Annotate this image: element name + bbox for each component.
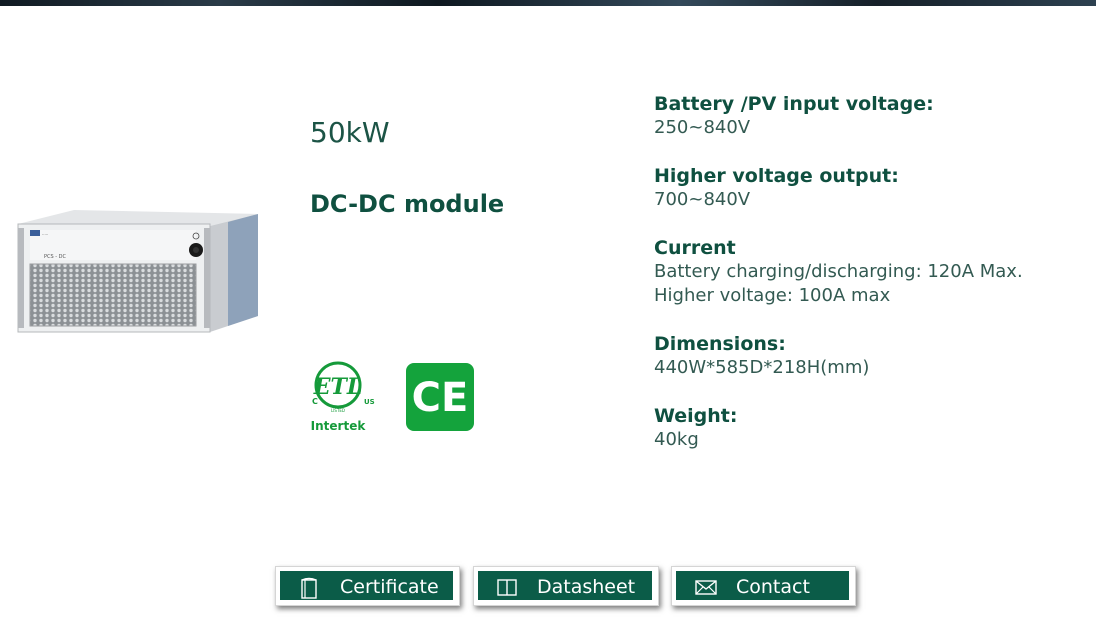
product-power: 50kW	[310, 116, 390, 149]
spec-title: Higher voltage output:	[654, 165, 899, 187]
spec-value: Battery charging/discharging: 120A Max.	[654, 261, 1023, 282]
book-icon	[496, 577, 518, 601]
svg-text:·····: ·····	[42, 232, 48, 237]
envelope-icon	[694, 577, 718, 601]
spec-title: Weight:	[654, 405, 738, 427]
etl-intertek-logo: ETL C US LISTED Intertek	[306, 360, 380, 436]
svg-text:LISTED: LISTED	[331, 408, 345, 413]
spec-title: Battery /PV input voltage:	[654, 93, 934, 115]
contact-button-label: Contact	[736, 576, 810, 598]
svg-text:CE: CE	[412, 375, 469, 421]
svg-text:C: C	[312, 397, 318, 406]
top-banner-strip	[0, 0, 1096, 6]
spec-title: Current	[654, 237, 736, 259]
product-type: DC-DC module	[310, 190, 505, 218]
contact-button[interactable]: Contact	[671, 566, 856, 606]
certificate-button-label: Certificate	[340, 576, 439, 598]
document-icon	[300, 577, 318, 603]
datasheet-button-label: Datasheet	[537, 576, 636, 598]
spec-output-voltage: Higher voltage output: 700~840V	[654, 164, 1084, 212]
spec-weight: Weight: 40kg	[654, 404, 1084, 452]
spec-input-voltage: Battery /PV input voltage: 250~840V	[654, 92, 1084, 140]
spec-value: Higher voltage: 100A max	[654, 285, 891, 306]
spec-value: 250~840V	[654, 117, 751, 138]
ce-logo: CE	[406, 363, 474, 431]
spec-title: Dimensions:	[654, 333, 786, 355]
datasheet-button[interactable]: Datasheet	[473, 566, 659, 606]
svg-text:Intertek: Intertek	[311, 419, 367, 433]
spec-list: Battery /PV input voltage: 250~840V High…	[654, 92, 1084, 476]
spec-value: 40kg	[654, 429, 699, 450]
certificate-button[interactable]: Certificate	[275, 566, 460, 606]
svg-text:US: US	[364, 398, 375, 406]
spec-value: 440W*585D*218H(mm)	[654, 357, 870, 378]
svg-text:ETL: ETL	[313, 374, 363, 400]
product-image: ····· PCS - DC	[14, 208, 258, 334]
front-panel-label: PCS - DC	[44, 254, 67, 260]
spec-current: Current Battery charging/discharging: 12…	[654, 236, 1084, 308]
spec-dimensions: Dimensions: 440W*585D*218H(mm)	[654, 332, 1084, 380]
spec-value: 700~840V	[654, 189, 751, 210]
